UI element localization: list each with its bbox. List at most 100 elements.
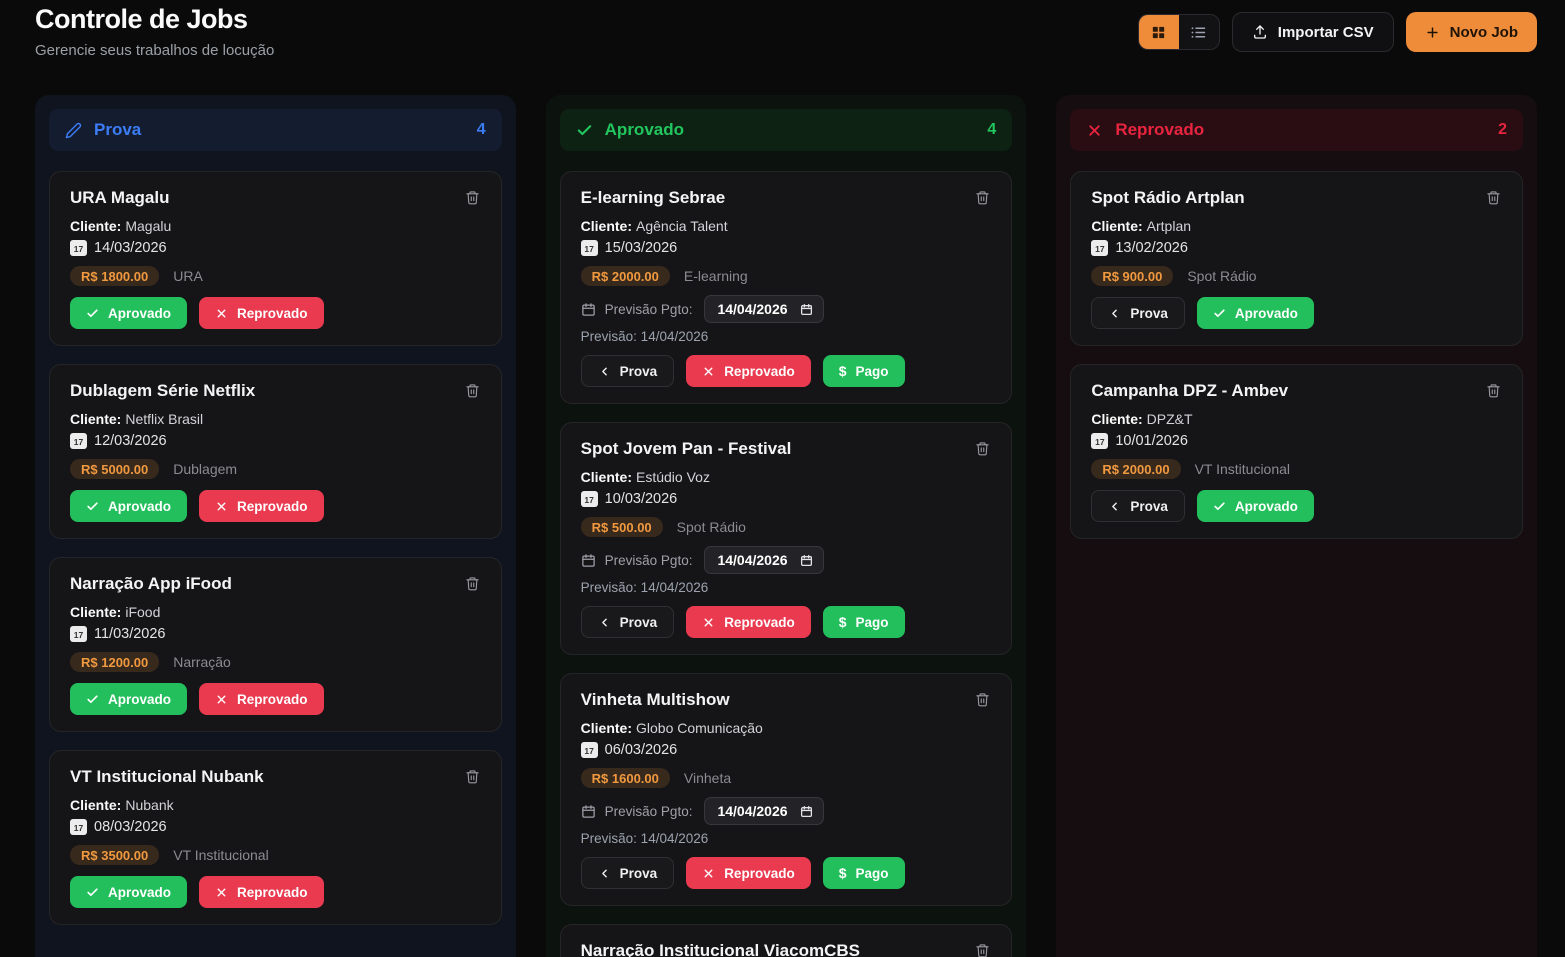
- card-actions: Aprovado Reprovado: [70, 490, 481, 522]
- reprovado-button[interactable]: Reprovado: [199, 876, 324, 908]
- button-label: Reprovado: [237, 499, 308, 514]
- pencil-icon: [65, 122, 82, 139]
- calendar-emoji-icon: 17: [70, 240, 87, 256]
- reprovado-button[interactable]: Reprovado: [686, 355, 811, 387]
- client-value: Nubank: [125, 797, 173, 813]
- prova-button[interactable]: Prova: [581, 355, 675, 387]
- payment-date-input[interactable]: 14/04/2026: [704, 546, 823, 574]
- payment-date-input[interactable]: 14/04/2026: [704, 295, 823, 323]
- job-title: VT Institucional Nubank: [70, 767, 264, 786]
- payment-label: Previsão Pgto:: [605, 302, 693, 317]
- prova-button[interactable]: Prova: [1091, 490, 1185, 522]
- column-title: Aprovado: [605, 120, 684, 140]
- calendar-emoji-icon: 17: [1091, 433, 1108, 449]
- grid-view-button[interactable]: [1139, 15, 1179, 49]
- job-card: Narração App iFoodCliente:iFood1711/03/2…: [49, 557, 502, 732]
- job-date: 06/03/2026: [605, 741, 678, 759]
- button-label: Reprovado: [237, 885, 308, 900]
- import-csv-button[interactable]: Importar CSV: [1232, 12, 1394, 52]
- calendar-emoji-icon: 17: [1091, 240, 1108, 256]
- column-count: 4: [477, 121, 486, 139]
- delete-job-button[interactable]: [974, 439, 991, 461]
- client-line: Cliente: DPZ&T: [1091, 411, 1502, 428]
- calendar-emoji-icon: 17: [70, 626, 87, 642]
- delete-job-button[interactable]: [464, 574, 481, 596]
- reprovado-button[interactable]: Reprovado: [199, 490, 324, 522]
- job-card: URA MagaluCliente:Magalu1714/03/2026R$ 1…: [49, 171, 502, 346]
- new-job-button[interactable]: Novo Job: [1406, 12, 1537, 52]
- prova-button[interactable]: Prova: [1091, 297, 1185, 329]
- delete-job-button[interactable]: [974, 690, 991, 712]
- job-title: URA Magalu: [70, 188, 170, 207]
- job-card: Narração Institucional ViacomCBS: [560, 924, 1013, 957]
- column-header-reprovado: Reprovado2: [1070, 109, 1523, 151]
- aprovado-button[interactable]: Aprovado: [70, 876, 187, 908]
- calendar-emoji-icon: 17: [70, 819, 87, 835]
- delete-job-button[interactable]: [1485, 188, 1502, 210]
- delete-job-button[interactable]: [464, 188, 481, 210]
- prova-button[interactable]: Prova: [581, 857, 675, 889]
- reprovado-button[interactable]: Reprovado: [686, 606, 811, 638]
- delete-job-button[interactable]: [974, 941, 991, 957]
- button-label: Aprovado: [1235, 306, 1298, 321]
- trash-icon: [465, 768, 480, 785]
- button-label: Pago: [856, 364, 889, 379]
- client-line: Cliente:Netflix Brasil: [70, 411, 481, 428]
- reprovado-button[interactable]: Reprovado: [199, 683, 324, 715]
- card-actions: Prova Reprovado $Pago: [581, 857, 992, 889]
- check-icon: [86, 886, 99, 899]
- card-actions: Prova Reprovado $Pago: [581, 606, 992, 638]
- job-date-line: 1710/03/2026: [581, 490, 992, 508]
- delete-job-button[interactable]: [464, 381, 481, 403]
- job-card: Campanha DPZ - AmbevCliente:DPZ&T1710/01…: [1070, 364, 1523, 539]
- aprovado-button[interactable]: Aprovado: [70, 683, 187, 715]
- column-title: Prova: [94, 120, 141, 140]
- x-icon: [702, 365, 715, 378]
- x-icon: [1086, 122, 1103, 139]
- column-cards: E-learning SebraeCliente:Agência Talent1…: [560, 171, 1013, 957]
- calendar-emoji-icon: 17: [581, 742, 598, 758]
- pago-button[interactable]: $Pago: [823, 355, 905, 387]
- payment-date-input[interactable]: 14/04/2026: [704, 797, 823, 825]
- chevron-left-icon: [598, 616, 611, 629]
- job-date-line: 1711/03/2026: [70, 625, 481, 643]
- category-label: VT Institucional: [173, 847, 268, 863]
- pago-button[interactable]: $Pago: [823, 606, 905, 638]
- trash-icon: [975, 440, 990, 457]
- job-card: Spot Rádio ArtplanCliente:Artplan1713/02…: [1070, 171, 1523, 346]
- category-label: VT Institucional: [1195, 461, 1290, 477]
- trash-icon: [1486, 382, 1501, 399]
- payment-label: Previsão Pgto:: [605, 553, 693, 568]
- aprovado-button[interactable]: Aprovado: [70, 490, 187, 522]
- client-label: Cliente:: [1091, 411, 1142, 427]
- delete-job-button[interactable]: [464, 767, 481, 789]
- delete-job-button[interactable]: [1485, 381, 1502, 403]
- card-title-row: Dublagem Série Netflix: [70, 381, 481, 403]
- delete-job-button[interactable]: [974, 188, 991, 210]
- client-label: Cliente:: [70, 411, 121, 427]
- x-icon: [215, 500, 228, 513]
- reprovado-button[interactable]: Reprovado: [199, 297, 324, 329]
- aprovado-button[interactable]: Aprovado: [70, 297, 187, 329]
- import-csv-label: Importar CSV: [1278, 24, 1374, 41]
- category-label: Narração: [173, 654, 231, 670]
- card-actions: Aprovado Reprovado: [70, 876, 481, 908]
- value-badge: R$ 3500.00: [70, 845, 159, 865]
- button-label: Aprovado: [108, 885, 171, 900]
- aprovado-button[interactable]: Aprovado: [1197, 490, 1314, 522]
- button-label: Aprovado: [108, 306, 171, 321]
- aprovado-button[interactable]: Aprovado: [1197, 297, 1314, 329]
- client-value: DPZ&T: [1147, 411, 1193, 427]
- value-badge: R$ 1600.00: [581, 768, 670, 788]
- pago-button[interactable]: $Pago: [823, 857, 905, 889]
- button-label: Aprovado: [108, 692, 171, 707]
- prova-button[interactable]: Prova: [581, 606, 675, 638]
- payment-date-value: 14/04/2026: [717, 803, 787, 819]
- dollar-icon: $: [839, 616, 847, 629]
- reprovado-button[interactable]: Reprovado: [686, 857, 811, 889]
- badge-line: R$ 2000.00E-learning: [581, 265, 992, 287]
- client-label: Cliente:: [581, 720, 632, 736]
- list-view-button[interactable]: [1179, 15, 1219, 49]
- job-title: E-learning Sebrae: [581, 188, 726, 207]
- button-label: Reprovado: [724, 866, 795, 881]
